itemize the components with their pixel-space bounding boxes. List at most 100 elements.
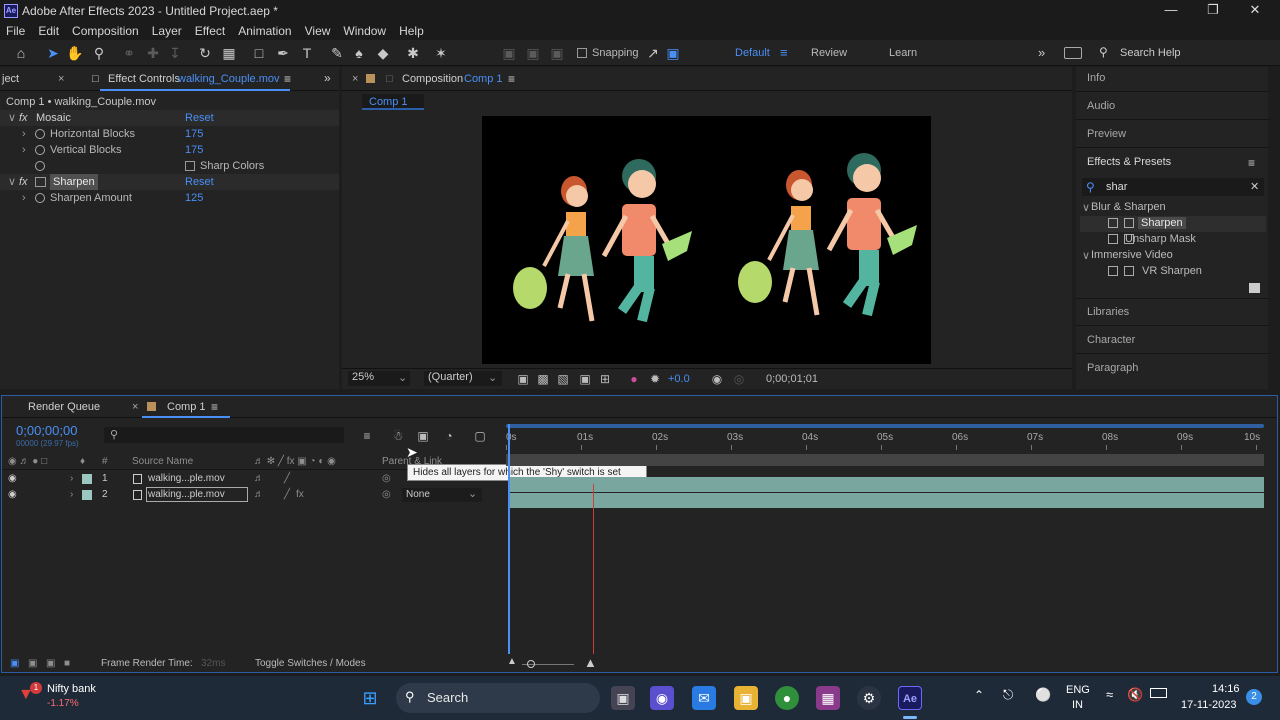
pen-tool-icon[interactable]: ✒ [274, 44, 292, 62]
param-value[interactable]: 125 [185, 190, 203, 206]
label-color-swatch[interactable] [82, 474, 92, 484]
channel-icon[interactable]: ● [627, 372, 641, 386]
maximize-button[interactable]: ❐ [1198, 2, 1228, 20]
composition-mini-flowchart-icon[interactable]: ≡ [360, 429, 374, 443]
frame-blending-icon[interactable]: ▣ [416, 429, 430, 443]
region-of-interest-icon[interactable]: ▣ [578, 372, 592, 386]
microphone-icon[interactable]: ⚪ [1035, 687, 1051, 703]
snap-target-icon[interactable]: ▣ [664, 44, 682, 62]
puppet-tool-icon[interactable]: ✶ [432, 44, 450, 62]
toggle-modes-icon[interactable]: ▣ [28, 658, 37, 669]
region-label[interactable]: IN [1072, 699, 1083, 711]
minimize-button[interactable]: — [1156, 2, 1186, 20]
expand-chevron-icon[interactable]: › [22, 190, 26, 206]
transparency-grid-icon[interactable]: ▩ [536, 372, 550, 386]
menu-file[interactable]: File [0, 22, 32, 40]
param-value[interactable]: 175 [185, 142, 203, 158]
hand-tool-icon[interactable]: ✋ [66, 44, 84, 62]
clock-time[interactable]: 14:16 [1212, 683, 1240, 695]
after-effects-taskbar-icon[interactable]: Ae [898, 686, 922, 710]
close-tab-icon[interactable]: × [352, 73, 358, 85]
reset-button[interactable]: Reset [185, 174, 214, 190]
tree-item-blur-sharpen[interactable]: ∨ Blur & Sharpen [1080, 200, 1266, 216]
expand-chevron-icon[interactable]: › [70, 473, 73, 484]
expand-chevron-icon[interactable]: › [22, 142, 26, 158]
composition-tab[interactable]: Composition [402, 73, 463, 85]
stopwatch-icon[interactable] [35, 161, 45, 171]
effects-presets-title[interactable]: Effects & Presets [1087, 156, 1171, 168]
expand-chevron-icon[interactable]: › [70, 489, 73, 500]
workspace-learn[interactable]: Learn [889, 47, 917, 59]
workspace-menu-icon[interactable]: ≡ [780, 45, 788, 60]
info-panel-item[interactable]: Info [1087, 72, 1105, 84]
effect-sharpen-row[interactable]: ∨ fx Sharpen Reset [0, 174, 339, 190]
parent-dropdown[interactable]: None ⌄ [402, 488, 482, 502]
effect-controls-tab[interactable]: Effect Controls [108, 73, 180, 85]
zoom-out-icon[interactable]: ▲ [507, 656, 517, 667]
audio-panel-item[interactable]: Audio [1087, 100, 1115, 112]
source-name-column[interactable]: Source Name [132, 456, 193, 467]
quality-switch-icon[interactable]: ╱ [284, 489, 290, 500]
stopwatch-icon[interactable] [35, 193, 45, 203]
clear-search-icon[interactable]: ✕ [1250, 180, 1259, 193]
windows-start-icon[interactable]: ⊞ [358, 686, 382, 710]
composition-viewer[interactable] [482, 116, 931, 364]
timeline-timecode[interactable]: 0;00;00;00 [16, 423, 77, 438]
roto-brush-tool-icon[interactable]: ✱ [404, 44, 422, 62]
zoom-slider-handle[interactable] [527, 660, 535, 668]
layer-row[interactable]: ◉ › 2 walking...ple.mov ♬ ╱ fx ◎ None ⌄ [2, 487, 502, 503]
preview-panel-item[interactable]: Preview [1087, 128, 1126, 140]
label-color-swatch[interactable] [82, 490, 92, 500]
panel-menu-icon[interactable]: ≡ [284, 72, 291, 86]
pickwhip-icon[interactable]: ◎ [382, 489, 391, 500]
stock-name[interactable]: Nifty bank [47, 683, 96, 695]
eraser-tool-icon[interactable]: ◆ [374, 44, 392, 62]
pan-camera-icon[interactable]: ✚ [144, 44, 162, 62]
toggle-in-out-icon[interactable]: ▣ [46, 658, 55, 669]
layer-2-bar[interactable] [508, 493, 1264, 508]
notification-badge[interactable]: 2 [1246, 689, 1262, 705]
shy-layers-icon[interactable]: ☃ [391, 429, 405, 443]
work-area-bar[interactable] [506, 424, 1264, 428]
effects-search-field[interactable]: ⚲ shar ✕ [1082, 178, 1264, 196]
view-axis-icon[interactable]: ▣ [548, 44, 566, 62]
meet-icon[interactable]: ◉ [650, 686, 674, 710]
chrome-icon[interactable]: ● [775, 686, 799, 710]
effect-controls-file[interactable]: walking_Couple.mov [178, 73, 280, 85]
menu-window[interactable]: Window [337, 22, 393, 40]
menu-edit[interactable]: Edit [32, 22, 66, 40]
rectangle-tool-icon[interactable]: □ [250, 44, 268, 62]
brush-tool-icon[interactable]: ✎ [328, 44, 346, 62]
expand-chevron-icon[interactable]: › [22, 126, 26, 142]
panel-toggle-icon[interactable] [1064, 47, 1082, 59]
current-time-indicator[interactable] [508, 424, 510, 654]
home-icon[interactable]: ⌂ [12, 44, 30, 62]
pan-behind-tool-icon[interactable]: ▦ [220, 44, 238, 62]
snapshot-camera-icon[interactable]: ◉ [710, 372, 724, 386]
network-off-icon[interactable]: ⎋ [1003, 687, 1013, 703]
menu-help[interactable]: Help [393, 22, 431, 40]
time-navigator[interactable] [506, 454, 1264, 466]
sharp-colors-checkbox[interactable] [185, 161, 195, 171]
fx-icon[interactable]: fx [19, 110, 28, 126]
rotate-tool-icon[interactable]: ↻ [196, 44, 214, 62]
toggle-layer-panes-icon[interactable]: ▣ [10, 658, 19, 669]
comp-1-tab[interactable]: Comp 1 [167, 401, 206, 413]
resolution-dropdown[interactable]: (Quarter) ⌄ [424, 371, 502, 386]
reset-button[interactable]: Reset [185, 110, 214, 126]
world-axis-icon[interactable]: ▣ [524, 44, 542, 62]
panel-expand-icon[interactable]: » [324, 71, 331, 85]
toggle-switches-modes[interactable]: Toggle Switches / Modes [255, 658, 366, 669]
lock-icon[interactable]: □ [386, 73, 393, 85]
show-hidden-icons[interactable]: ⌃ [974, 688, 984, 702]
snapping-checkbox[interactable] [577, 48, 587, 58]
lock-icon[interactable]: □ [92, 73, 99, 85]
effect-mosaic-row[interactable]: ∨ fx Mosaic Reset [0, 110, 339, 126]
motion-blur-icon[interactable]: ◔ [442, 429, 456, 443]
menu-view[interactable]: View [299, 22, 338, 40]
show-snapshot-icon[interactable]: ◎ [732, 372, 746, 386]
wifi-icon[interactable]: ≈ [1106, 687, 1113, 702]
zoom-tool-icon[interactable]: ⚲ [90, 44, 108, 62]
eye-icon[interactable]: ◉ [8, 489, 17, 500]
layer-search-input[interactable]: ⚲ [104, 427, 344, 443]
